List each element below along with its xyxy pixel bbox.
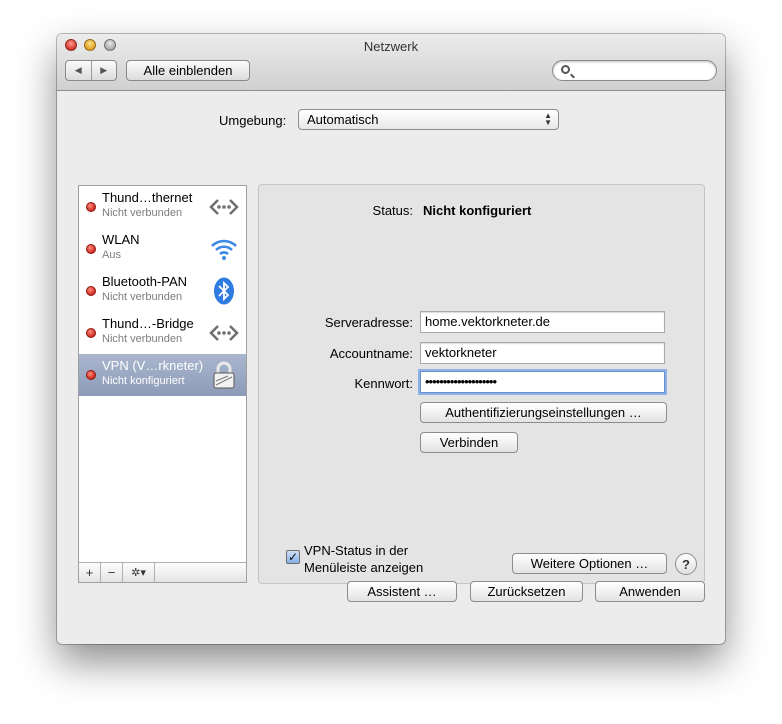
more-options-button[interactable]: Weitere Optionen …: [512, 553, 667, 574]
service-item-thunderbolt-ethernet[interactable]: Thund…thernet Nicht verbunden: [79, 186, 246, 228]
service-list: Thund…thernet Nicht verbunden WLAN Aus B…: [78, 185, 247, 583]
search-icon: [561, 65, 570, 74]
service-name: WLAN: [102, 232, 140, 247]
status-dot-icon: [86, 370, 96, 380]
service-item-bluetooth-pan[interactable]: Bluetooth-PAN Nicht verbunden: [79, 270, 246, 312]
search-field[interactable]: [552, 60, 717, 81]
vpn-status-checkbox[interactable]: ✓: [286, 550, 300, 564]
account-name-field[interactable]: vektorkneter: [420, 342, 665, 364]
updown-arrows-icon: ▲ ▼: [544, 111, 552, 127]
service-list-controls: + − ✲▾: [79, 562, 246, 582]
authentication-settings-button[interactable]: Authentifizierungseinstellungen …: [420, 402, 667, 423]
show-all-button[interactable]: Alle einblenden: [126, 60, 250, 81]
lock-icon: [213, 361, 235, 389]
status-label: Status:: [372, 203, 413, 218]
service-status: Nicht verbunden: [102, 207, 183, 219]
status-dot-icon: [86, 286, 96, 296]
status-value: Nicht konfiguriert: [423, 203, 532, 218]
apply-button[interactable]: Anwenden: [595, 581, 705, 602]
password-field[interactable]: ••••••••••••••••••••: [420, 371, 665, 393]
main-content: Umgebung: Automatisch ▲ ▼ Thund…thernet N…: [57, 92, 725, 644]
service-name: VPN (V…rkneter): [102, 358, 204, 373]
service-item-wlan[interactable]: WLAN Aus: [79, 228, 246, 270]
revert-button[interactable]: Zurücksetzen: [470, 581, 583, 602]
environment-select[interactable]: Automatisch ▲ ▼: [298, 109, 559, 130]
back-button[interactable]: ◀: [66, 61, 91, 80]
title-bar: Netzwerk ◀ ▶ Alle einblenden: [57, 34, 725, 91]
bluetooth-icon: [214, 277, 234, 305]
back-forward-control: ◀ ▶: [65, 60, 117, 81]
gear-menu-button[interactable]: ✲▾: [123, 563, 155, 582]
service-item-vpn[interactable]: VPN (V…rkneter) Nicht konfiguriert: [79, 354, 246, 396]
wifi-icon: [211, 239, 237, 260]
server-address-field[interactable]: home.vektorkneter.de: [420, 311, 665, 333]
ethernet-arrows-icon: [209, 325, 239, 341]
service-name: Bluetooth-PAN: [102, 274, 188, 289]
server-address-label: Serveradresse:: [324, 315, 413, 330]
forward-button[interactable]: ▶: [90, 61, 117, 80]
service-status: Nicht verbunden: [102, 333, 183, 345]
add-service-button[interactable]: +: [79, 563, 101, 582]
status-dot-icon: [86, 244, 96, 254]
service-status: Nicht konfiguriert: [102, 375, 185, 387]
status-dot-icon: [86, 202, 96, 212]
ethernet-arrows-icon: [209, 199, 239, 215]
connect-button[interactable]: Verbinden: [420, 432, 518, 453]
service-name: Thund…-Bridge: [102, 316, 194, 331]
environment-label: Umgebung:: [219, 113, 287, 128]
service-name: Thund…thernet: [102, 190, 193, 205]
service-status: Aus: [102, 249, 121, 261]
service-item-thunderbolt-bridge[interactable]: Thund…-Bridge Nicht verbunden: [79, 312, 246, 354]
help-button[interactable]: ?: [675, 553, 697, 575]
window-title: Netzwerk: [363, 39, 419, 54]
vpn-status-checkbox-label: VPN-Status in der Menüleiste anzeigen: [304, 543, 424, 575]
network-preferences-window: Netzwerk ◀ ▶ Alle einblenden Umgebung: A…: [57, 34, 725, 644]
remove-service-button[interactable]: −: [101, 563, 123, 582]
password-label: Kennwort:: [354, 376, 413, 391]
account-name-label: Accountname:: [329, 346, 413, 361]
service-status: Nicht verbunden: [102, 291, 183, 303]
vpn-detail-pane: Status: Nicht konfiguriert Serveradresse…: [258, 184, 705, 584]
environment-value: Automatisch: [307, 112, 379, 127]
status-dot-icon: [86, 328, 96, 338]
assistant-button[interactable]: Assistent …: [347, 581, 457, 602]
